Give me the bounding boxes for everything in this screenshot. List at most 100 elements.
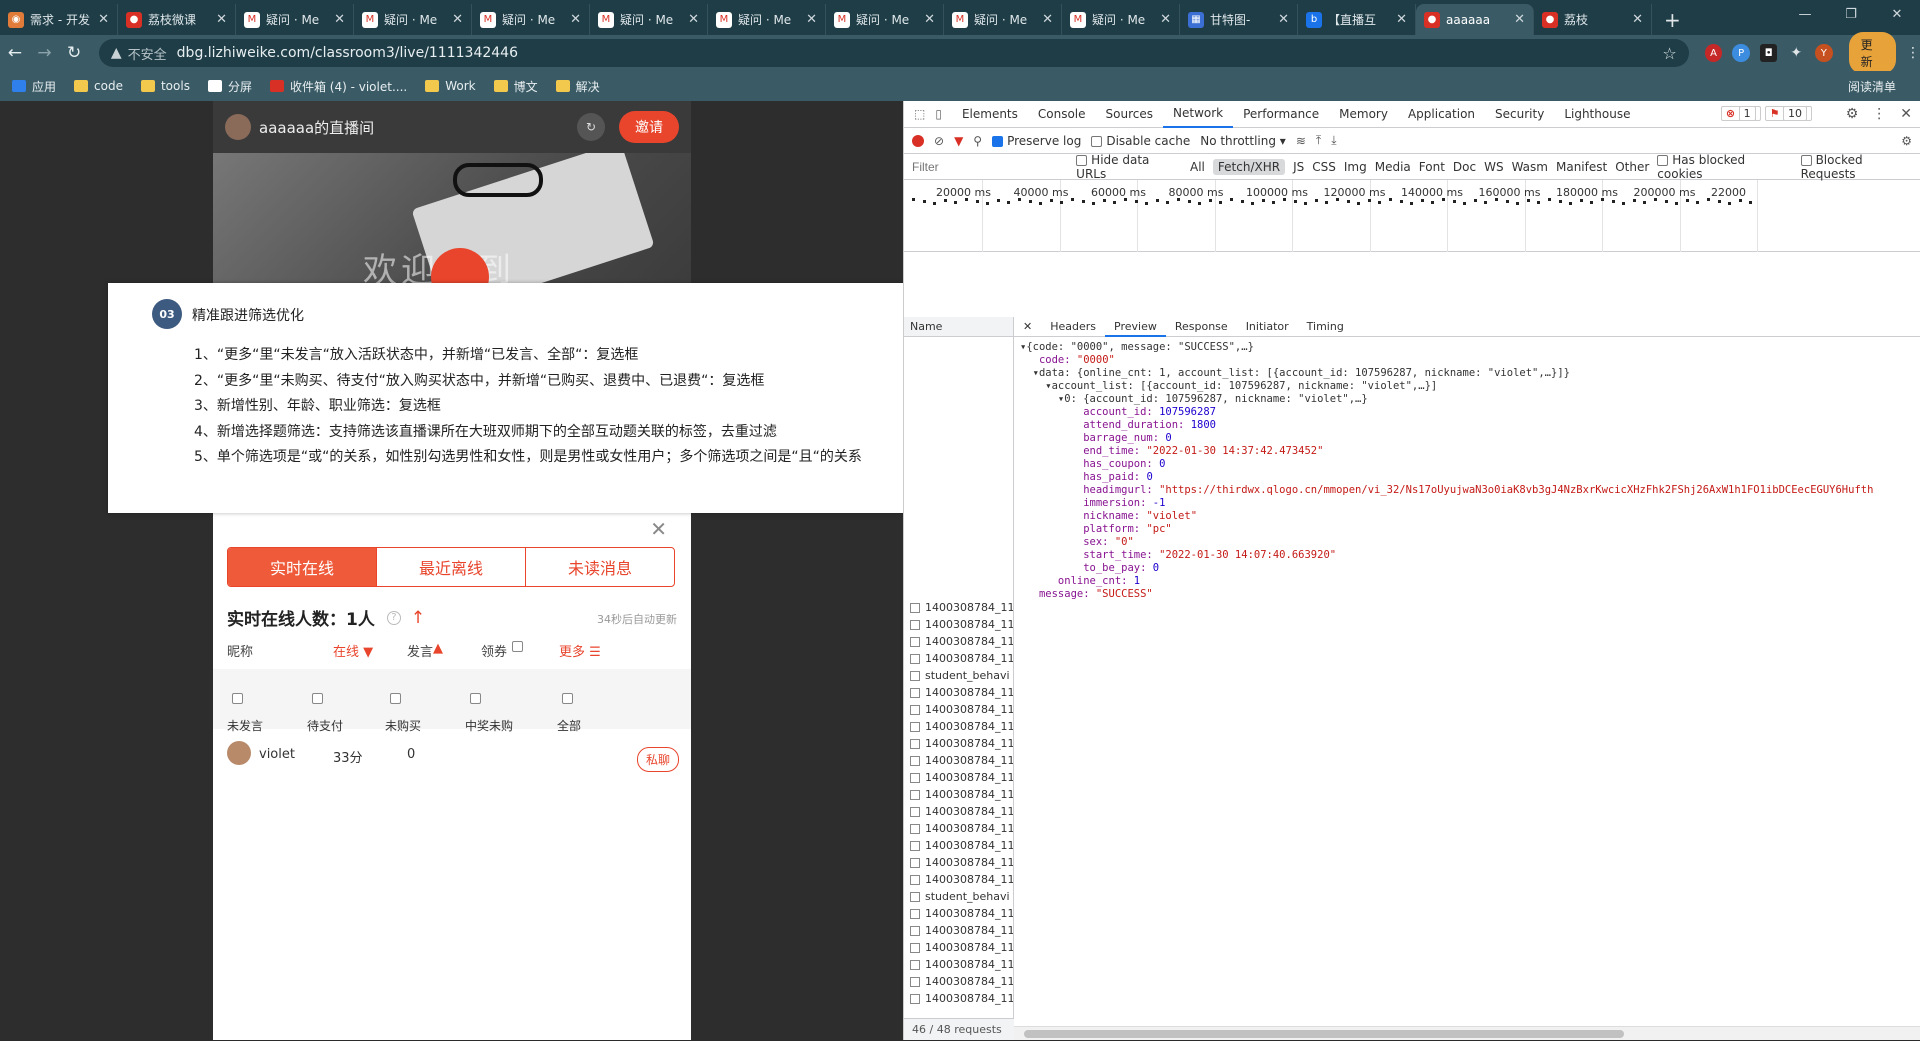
browser-tab[interactable]: b 【直播互 ✕ <box>1298 4 1416 35</box>
request-row[interactable]: 1400308784_11 <box>904 956 1013 973</box>
close-detail-icon[interactable]: ✕ <box>1014 320 1041 333</box>
request-row[interactable]: 1400308784_11 <box>904 599 1013 616</box>
request-row[interactable]: 1400308784_11 <box>904 786 1013 803</box>
tab-close-icon[interactable]: ✕ <box>1396 12 1407 27</box>
bookmark-item[interactable]: 解决 <box>555 78 600 95</box>
p-extension-icon[interactable]: P <box>1732 44 1750 62</box>
blocked-requests-checkbox[interactable]: Blocked Requests <box>1800 153 1920 181</box>
browser-tab[interactable]: M 疑问 · Me ✕ <box>1062 4 1180 35</box>
tab-close-icon[interactable]: ✕ <box>1632 12 1643 27</box>
settings-gear-icon[interactable]: ⚙ <box>1846 106 1859 122</box>
filter-won-not-bought[interactable]: 中奖未购 <box>465 693 513 733</box>
request-row[interactable]: 1400308784_11 <box>904 769 1013 786</box>
up-arrow-icon[interactable]: ↑ <box>411 608 425 628</box>
devtools-tab-application[interactable]: Application <box>1398 101 1485 128</box>
bookmark-item[interactable]: 收件箱 (4) - violet.... <box>269 78 407 95</box>
name-column-header[interactable]: Name <box>904 317 1013 337</box>
device-toggle-icon[interactable]: ▯ <box>935 107 942 121</box>
bookmark-item[interactable]: 应用 <box>12 78 56 95</box>
hide-data-urls-checkbox[interactable]: Hide data URLs <box>1076 153 1182 181</box>
type-filter-wasm[interactable]: Wasm <box>1512 160 1548 174</box>
preserve-log-checkbox[interactable]: Preserve log <box>992 134 1081 148</box>
browser-tab[interactable]: ◉ 需求 - 开发 ✕ <box>0 4 118 35</box>
type-filter-doc[interactable]: Doc <box>1453 160 1476 174</box>
request-row[interactable]: 1400308784_11 <box>904 939 1013 956</box>
forward-icon[interactable]: → <box>30 43 60 63</box>
new-tab-button[interactable]: + <box>1652 4 1693 35</box>
inspect-icon[interactable]: ⬚ <box>914 107 925 121</box>
devtools-tab-elements[interactable]: Elements <box>952 101 1028 128</box>
record-icon[interactable] <box>912 134 924 147</box>
media-extension-icon[interactable]: ◘ <box>1759 44 1778 62</box>
type-filter-other[interactable]: Other <box>1615 160 1649 174</box>
filter-all[interactable]: 全部 <box>557 693 581 733</box>
devtools-tab-performance[interactable]: Performance <box>1233 101 1329 128</box>
coupon-filter[interactable]: 领券 <box>481 641 524 660</box>
online-sort[interactable]: 在线 ▼ <box>333 641 373 660</box>
request-row[interactable]: 1400308784_11 <box>904 752 1013 769</box>
import-icon[interactable]: ⤒ <box>1316 133 1321 148</box>
close-icon[interactable]: ✕ <box>650 517 667 541</box>
devtools-tab-lighthouse[interactable]: Lighthouse <box>1554 101 1640 128</box>
tab-realtime-online[interactable]: 实时在线 <box>228 548 377 586</box>
type-filter-js[interactable]: JS <box>1293 160 1304 174</box>
tab-close-icon[interactable]: ✕ <box>334 12 345 27</box>
request-row[interactable]: 1400308784_11 <box>904 803 1013 820</box>
request-row[interactable]: 1400308784_11 <box>904 871 1013 888</box>
request-row[interactable]: 1400308784_11 <box>904 905 1013 922</box>
request-row[interactable]: 1400308784_11 <box>904 820 1013 837</box>
browser-tab[interactable]: M 疑问 · Me ✕ <box>472 4 590 35</box>
type-filter-fetch-xhr[interactable]: Fetch/XHR <box>1212 158 1286 175</box>
browser-tab[interactable]: ● 荔枝微课 ✕ <box>118 4 236 35</box>
filter-pending-pay[interactable]: 待支付 <box>307 693 343 733</box>
devtools-tab-console[interactable]: Console <box>1028 101 1096 128</box>
pdf-extension-icon[interactable]: A <box>1704 44 1723 62</box>
request-row[interactable]: 1400308784_11 <box>904 633 1013 650</box>
detail-tab-preview[interactable]: Preview <box>1105 317 1166 337</box>
speak-sort[interactable]: 发言 ▲ <box>407 641 443 660</box>
url-field[interactable]: ▲ 不安全 dbg.lizhiweike.com/classroom3/live… <box>98 39 1689 67</box>
video-player[interactable]: 欢迎来到 <box>213 153 691 283</box>
type-filter-img[interactable]: Img <box>1344 160 1367 174</box>
blocked-cookies-checkbox[interactable]: Has blocked cookies <box>1657 153 1792 181</box>
search-icon[interactable]: ⚲ <box>973 134 982 148</box>
browser-tab[interactable]: M 疑问 · Me ✕ <box>236 4 354 35</box>
devtools-tab-network[interactable]: Network <box>1163 101 1234 128</box>
request-row[interactable]: 1400308784_11 <box>904 973 1013 990</box>
disable-cache-checkbox[interactable]: Disable cache <box>1091 134 1190 148</box>
browser-tab[interactable]: M 疑问 · Me ✕ <box>354 4 472 35</box>
request-row[interactable]: 1400308784_11 <box>904 854 1013 871</box>
horizontal-scrollbar[interactable] <box>1014 1026 1920 1040</box>
filter-funnel-icon[interactable]: ▼ <box>954 134 963 148</box>
type-filter-font[interactable]: Font <box>1419 160 1445 174</box>
invite-button[interactable]: 邀请 <box>619 111 679 143</box>
request-row[interactable]: 1400308784_11 <box>904 990 1013 1007</box>
menu-kebab-icon[interactable]: ⋮ <box>1906 45 1920 61</box>
help-icon[interactable]: ? <box>386 610 401 625</box>
filter-not-bought[interactable]: 未购买 <box>385 693 421 733</box>
detail-tab-timing[interactable]: Timing <box>1298 320 1353 333</box>
detail-tab-initiator[interactable]: Initiator <box>1237 320 1298 333</box>
network-timeline[interactable]: 20000 ms 40000 ms 60000 ms 80000 ms 100000 m… <box>904 180 1920 252</box>
bookmark-item[interactable]: tools <box>140 79 190 93</box>
restore-icon[interactable]: ❐ <box>1828 0 1874 30</box>
profile-avatar[interactable]: Y <box>1815 44 1833 62</box>
private-chat-button[interactable]: 私聊 <box>636 747 679 772</box>
puzzle-icon[interactable]: ✦ <box>1787 44 1805 62</box>
request-row[interactable]: 1400308784_11 <box>904 837 1013 854</box>
tab-close-icon[interactable]: ✕ <box>1160 12 1171 27</box>
browser-tab[interactable]: M 疑问 · Me ✕ <box>590 4 708 35</box>
devtools-tab-memory[interactable]: Memory <box>1329 101 1398 128</box>
tab-close-icon[interactable]: ✕ <box>216 12 227 27</box>
type-filter-all[interactable]: All <box>1190 160 1205 174</box>
tab-close-icon[interactable]: ✕ <box>1278 12 1289 27</box>
tab-close-icon[interactable]: ✕ <box>98 12 109 27</box>
request-row[interactable]: 1400308784_11 <box>904 718 1013 735</box>
close-devtools-icon[interactable]: ✕ <box>1900 106 1912 122</box>
bookmark-item[interactable]: 分屏 <box>207 78 252 95</box>
bookmark-star-icon[interactable]: ☆ <box>1662 44 1676 63</box>
type-filter-media[interactable]: Media <box>1375 160 1411 174</box>
network-settings-icon[interactable]: ⚙ <box>1901 134 1912 148</box>
devtools-menu-icon[interactable]: ⋮ <box>1872 106 1886 122</box>
devtools-tab-sources[interactable]: Sources <box>1096 101 1163 128</box>
